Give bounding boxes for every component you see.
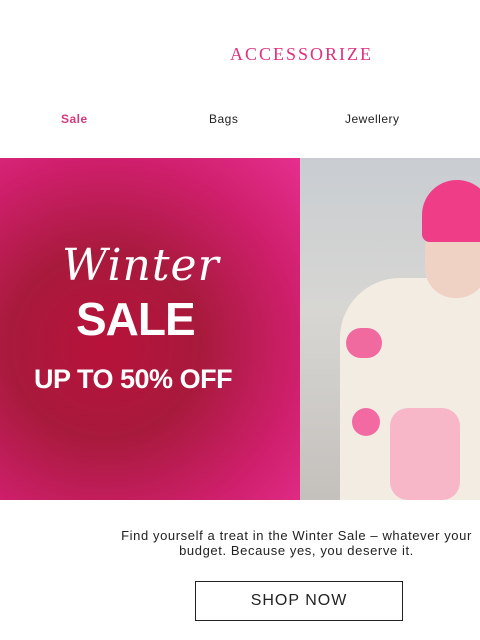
nav-item-jewellery[interactable]: Jewellery [345, 112, 400, 126]
hero-script-title: Winter [62, 240, 220, 291]
nav-item-sale[interactable]: Sale [61, 112, 88, 126]
heart-pattern [346, 328, 382, 358]
hero-headline: SALE [76, 293, 196, 345]
hero-banner[interactable]: Winter SALE UP TO 50% OFF [0, 158, 480, 500]
hero-photo [300, 158, 480, 500]
shop-now-button[interactable]: SHOP NOW [195, 581, 403, 621]
hero-graphic: Winter SALE UP TO 50% OFF [0, 158, 300, 500]
promo-copy: Find yourself a treat in the Winter Sale… [121, 528, 472, 558]
mitten-shape [390, 408, 460, 500]
category-nav: Sale Bags Jewellery [0, 112, 480, 128]
nav-item-bags[interactable]: Bags [209, 112, 238, 126]
heart-pattern [352, 408, 380, 436]
brand-logo[interactable]: ACCESSORIZE [229, 44, 374, 65]
beanie-hat [422, 180, 480, 242]
hero-offer: UP TO 50% OFF [34, 364, 233, 394]
